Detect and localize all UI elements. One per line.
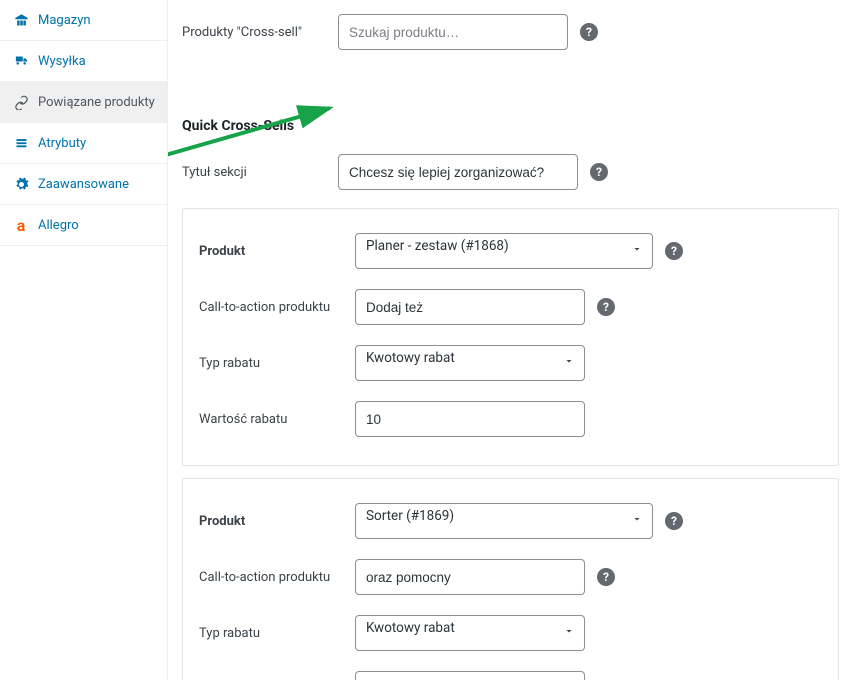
cta-label: Call-to-action produktu bbox=[199, 300, 355, 315]
product-select[interactable]: Sorter (#1869) bbox=[355, 503, 653, 539]
allegro-icon: a bbox=[12, 216, 30, 234]
sidebar-item-label: Magazyn bbox=[38, 13, 91, 28]
main-panel: Produkty "Cross-sell" ? Quick Cross-Sell… bbox=[168, 0, 853, 680]
sidebar-item-allegro[interactable]: a Allegro bbox=[0, 205, 167, 246]
section-title-label: Tytuł sekcji bbox=[182, 165, 338, 180]
cross-sell-search-input[interactable] bbox=[338, 14, 568, 50]
product-box: Produkt Sorter (#1869) ? Call-to-action … bbox=[182, 478, 839, 680]
discount-value-label: Wartość rabatu bbox=[199, 412, 355, 427]
cross-sell-label: Produkty "Cross-sell" bbox=[182, 25, 338, 40]
product-label: Produkt bbox=[199, 244, 355, 259]
sidebar-item-label: Allegro bbox=[38, 218, 79, 233]
cta-input[interactable] bbox=[355, 559, 585, 595]
sidebar-item-label: Zaawansowane bbox=[38, 177, 129, 192]
gear-icon bbox=[12, 175, 30, 193]
help-icon[interactable]: ? bbox=[597, 298, 615, 316]
sidebar-item-label: Wysyłka bbox=[38, 54, 86, 69]
help-icon[interactable]: ? bbox=[665, 242, 683, 260]
sidebar-item-wysylka[interactable]: Wysyłka bbox=[0, 41, 167, 82]
quick-cross-sells-heading: Quick Cross-Sells bbox=[182, 118, 839, 134]
product-label: Produkt bbox=[199, 514, 355, 529]
discount-type-select[interactable]: Kwotowy rabat bbox=[355, 345, 585, 381]
section-title-row: Tytuł sekcji ? bbox=[182, 140, 839, 196]
cross-sell-row: Produkty "Cross-sell" ? bbox=[182, 0, 839, 56]
list-icon bbox=[12, 134, 30, 152]
discount-type-select[interactable]: Kwotowy rabat bbox=[355, 615, 585, 651]
product-select[interactable]: Planer - zestaw (#1868) bbox=[355, 233, 653, 269]
discount-value-input[interactable] bbox=[355, 671, 585, 680]
sidebar-item-powiazane-produkty[interactable]: Powiązane produkty bbox=[0, 82, 167, 123]
sidebar-item-zaawansowane[interactable]: Zaawansowane bbox=[0, 164, 167, 205]
discount-type-label: Typ rabatu bbox=[199, 626, 355, 641]
cta-input[interactable] bbox=[355, 289, 585, 325]
storage-icon bbox=[12, 11, 30, 29]
help-icon[interactable]: ? bbox=[665, 512, 683, 530]
section-title-input[interactable] bbox=[338, 154, 578, 190]
help-icon[interactable]: ? bbox=[580, 23, 598, 41]
product-box: Produkt Planer - zestaw (#1868) ? Call-t… bbox=[182, 208, 839, 466]
sidebar: Magazyn Wysyłka Powiązane produkty Atryb… bbox=[0, 0, 168, 680]
help-icon[interactable]: ? bbox=[597, 568, 615, 586]
cta-label: Call-to-action produktu bbox=[199, 570, 355, 585]
discount-type-label: Typ rabatu bbox=[199, 356, 355, 371]
help-icon[interactable]: ? bbox=[590, 163, 608, 181]
link-icon bbox=[12, 93, 30, 111]
truck-icon bbox=[12, 52, 30, 70]
sidebar-item-label: Powiązane produkty bbox=[38, 95, 155, 110]
sidebar-item-magazyn[interactable]: Magazyn bbox=[0, 0, 167, 41]
sidebar-item-label: Atrybuty bbox=[38, 136, 86, 151]
sidebar-item-atrybuty[interactable]: Atrybuty bbox=[0, 123, 167, 164]
discount-value-input[interactable] bbox=[355, 401, 585, 437]
